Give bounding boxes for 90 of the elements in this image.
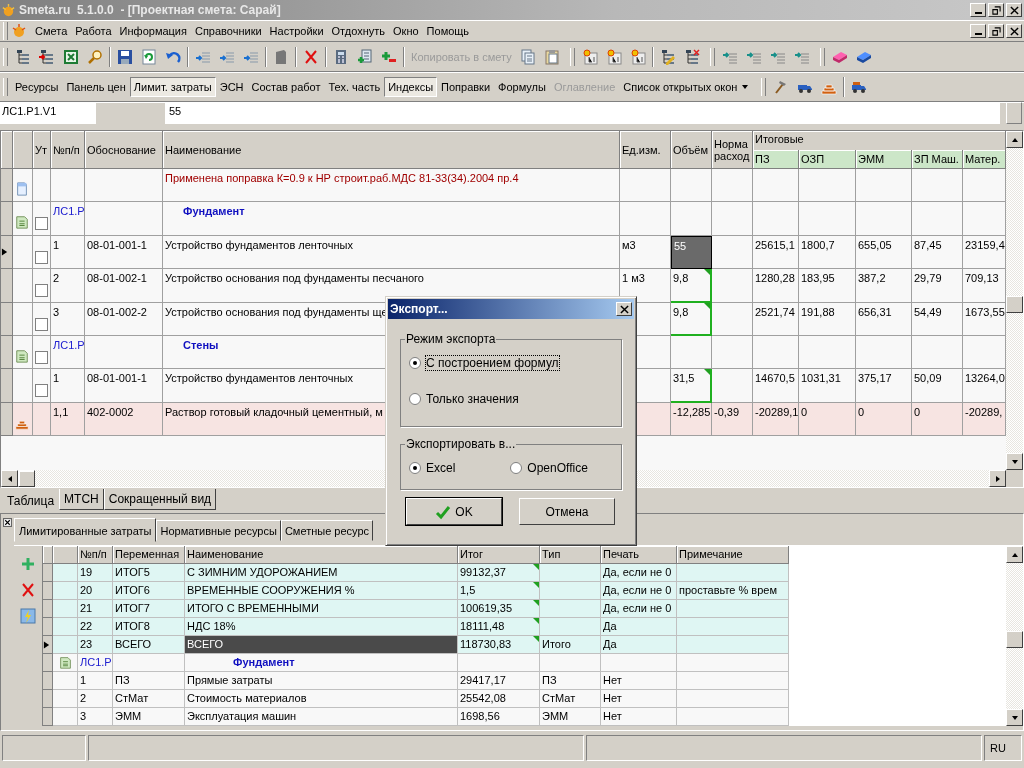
table-cell: ИТОГО С ВРЕМЕННЫМИ	[185, 600, 458, 618]
group-label: Экспортировать в...	[405, 437, 517, 451]
table-cell: Да, если не 0	[601, 600, 677, 618]
table-cell: Да, если не 0	[601, 582, 677, 600]
table-cell: СтМат	[540, 690, 601, 708]
table-cell: 1	[51, 235, 85, 270]
table-cell: С ЗИМНИМ УДОРОЖАНИЕМ	[185, 564, 458, 582]
table-cell: 3	[51, 302, 85, 336]
table-cell: 387,2	[856, 269, 912, 303]
table-cell: Устройство фундаментов ленточных	[163, 235, 620, 270]
table-cell: СтМат	[113, 690, 185, 708]
table-cell: ВСЕГО	[185, 636, 458, 654]
table-cell: Применена поправка К=0.9 к НР строит.раб.МДС 81-33(34).2004 пр.4	[163, 169, 620, 203]
table-cell: ИТОГ7	[113, 600, 185, 618]
table-cell: Стоимость материалов	[185, 690, 458, 708]
table-cell: ЛС1.Р	[51, 202, 85, 236]
table-cell: 08-01-001-1	[85, 235, 163, 270]
table-cell: 375,17	[856, 369, 912, 403]
table-cell: Фундамент	[163, 202, 620, 236]
table-cell: 22	[78, 618, 113, 636]
table-cell: 0	[856, 402, 912, 437]
table-cell: 100619,35	[458, 600, 540, 618]
table-cell: 20	[78, 582, 113, 600]
table-cell: Фундамент	[185, 654, 458, 672]
table-cell: 18111,48	[458, 618, 540, 636]
table-cell: 25542,08	[458, 690, 540, 708]
table-cell: 655,05	[856, 235, 912, 270]
language-indicator: RU	[984, 735, 1022, 761]
table-cell: ВСЕГО	[113, 636, 185, 654]
table-cell: 29,79	[912, 269, 963, 303]
table-cell: 183,95	[799, 269, 856, 303]
table-cell: Да	[601, 618, 677, 636]
table-cell: Да	[601, 636, 677, 654]
table-cell: НДС 18%	[185, 618, 458, 636]
table-cell: -20289,1	[753, 402, 799, 437]
table-cell: 25615,1	[753, 235, 799, 270]
table-cell: 50,09	[912, 369, 963, 403]
table-cell: Итого	[540, 636, 601, 654]
table-cell: 08-01-002-2	[85, 302, 163, 336]
table-cell: ИТОГ8	[113, 618, 185, 636]
table-cell: 21	[78, 600, 113, 618]
table-cell: Эксплуатация машин	[185, 708, 458, 726]
table-cell: Нет	[601, 708, 677, 726]
table-cell: ПЗ	[540, 672, 601, 690]
table-cell: 1800,7	[799, 235, 856, 270]
table-cell: 19	[78, 564, 113, 582]
dialog-title: Экспорт...	[390, 302, 448, 316]
table-cell: ПЗ	[113, 672, 185, 690]
table-cell: 3	[78, 708, 113, 726]
table-cell: ЭММ	[540, 708, 601, 726]
table-cell: 99132,37	[458, 564, 540, 582]
table-cell: 29417,17	[458, 672, 540, 690]
table-cell: 2	[78, 690, 113, 708]
table-cell: Да, если не 0	[601, 564, 677, 582]
table-cell: 08-01-002-1	[85, 269, 163, 303]
table-cell: 1031,31	[799, 369, 856, 403]
table-cell: 1,5	[458, 582, 540, 600]
table-cell: 1698,56	[458, 708, 540, 726]
table-cell: 0	[912, 402, 963, 437]
table-cell: Нет	[601, 672, 677, 690]
table-cell: 1280,28	[753, 269, 799, 303]
column-group-header: Итоговые	[753, 131, 1006, 150]
table-cell: 191,88	[799, 302, 856, 336]
table-cell: проставьте % врем	[677, 582, 789, 600]
table-cell: ЛС1.Р	[51, 335, 85, 370]
table-cell: 402-0002	[85, 402, 163, 437]
table-cell: ВРЕМЕННЫЕ СООРУЖЕНИЯ %	[185, 582, 458, 600]
table-cell: -20289,	[963, 402, 1006, 437]
table-cell: 1	[51, 369, 85, 403]
table-cell: 118730,83	[458, 636, 540, 654]
table-cell: 14670,5	[753, 369, 799, 403]
table-cell: 656,31	[856, 302, 912, 336]
table-cell: 87,45	[912, 235, 963, 270]
table-cell: ИТОГ6	[113, 582, 185, 600]
table-cell: -0,39	[712, 402, 753, 437]
table-cell: 2	[51, 269, 85, 303]
table-cell: ЛС1.Р	[78, 654, 113, 672]
table-cell: Нет	[601, 690, 677, 708]
table-cell: 08-01-001-1	[85, 369, 163, 403]
window-title: Smeta.ru 5.1.0.0 - [Проектная смета: Сарай]	[19, 3, 281, 17]
table-cell: 1	[78, 672, 113, 690]
table-cell: ИТОГ5	[113, 564, 185, 582]
group-label: Режим экспорта	[405, 332, 497, 346]
table-cell: Прямые затраты	[185, 672, 458, 690]
table-cell: 1,1	[51, 402, 85, 437]
table-cell: 54,49	[912, 302, 963, 336]
table-cell: 0	[799, 402, 856, 437]
table-cell: 23	[78, 636, 113, 654]
table-cell: ЭММ	[113, 708, 185, 726]
table-cell: 2521,74	[753, 302, 799, 336]
